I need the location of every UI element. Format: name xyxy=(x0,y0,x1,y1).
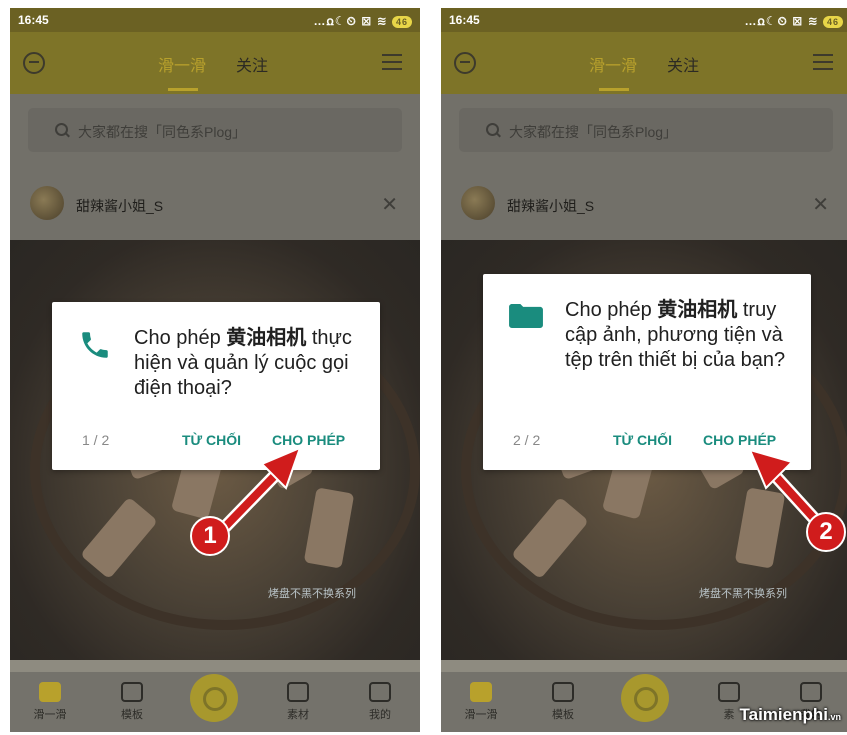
watermark-initial: T xyxy=(739,705,749,724)
watermark-tld: .vn xyxy=(827,712,841,722)
search-input[interactable]: 大家都在搜「同色系Plog」 xyxy=(28,108,402,152)
dialog-message: Cho phép 黄油相机 truy cập ảnh, phương tiện … xyxy=(565,298,800,373)
app-name: 黄油相机 xyxy=(226,327,307,349)
nav-item-swipe[interactable]: 滑一滑 xyxy=(451,682,511,722)
nav-item-material[interactable]: 素材 xyxy=(268,682,328,722)
app-name: 黄油相机 xyxy=(657,299,738,321)
search-icon xyxy=(486,123,499,136)
search-placeholder: 大家都在搜「同色系Plog」 xyxy=(78,124,247,140)
nav-label: 滑一滑 xyxy=(464,709,498,721)
next-post-preview xyxy=(441,660,847,672)
deny-button[interactable]: TỪ CHỐI xyxy=(613,432,672,448)
nav-item-profile[interactable]: 我的 xyxy=(350,682,410,722)
lightning-icon xyxy=(121,682,143,702)
nav-item-swipe[interactable]: 滑一滑 xyxy=(20,682,80,722)
close-icon[interactable]: ✕ xyxy=(381,192,398,217)
menu-icon[interactable] xyxy=(813,54,833,75)
tab-indicator xyxy=(599,88,629,91)
dialog-message: Cho phép 黄油相机 thực hiện và quản lý cuộc … xyxy=(134,326,369,401)
bag-icon xyxy=(287,682,309,702)
close-icon[interactable]: ✕ xyxy=(812,192,829,217)
dialog-counter: 1 / 2 xyxy=(82,432,110,448)
tab-swipe[interactable]: 滑一滑 xyxy=(589,52,637,76)
message-icon[interactable] xyxy=(23,52,45,74)
camera-button[interactable] xyxy=(621,674,669,722)
nav-item-template[interactable]: 模板 xyxy=(533,682,593,722)
tab-indicator xyxy=(168,88,198,91)
status-time: 16:45 xyxy=(18,13,49,27)
tab-follow[interactable]: 关注 xyxy=(667,52,699,76)
nav-label: 我的 xyxy=(369,709,391,721)
avatar[interactable] xyxy=(30,186,64,220)
step-badge-1: 1 xyxy=(190,516,230,556)
status-icons-glyphs: …ꭥ☾⏲ ⊠ ≋ xyxy=(313,14,388,28)
search-area: 大家都在搜「同色系Plog」 xyxy=(441,94,847,168)
dialog-counter: 2 / 2 xyxy=(513,432,541,448)
nav-label: 模板 xyxy=(121,709,143,721)
search-icon xyxy=(55,123,68,136)
phone-icon xyxy=(82,332,108,358)
image-caption: 烤盘不黑不换系列 xyxy=(699,588,787,600)
nav-label: 素 xyxy=(723,709,735,721)
next-post-preview xyxy=(10,660,420,672)
phone-screen-left: 16:45 …ꭥ☾⏲ ⊠ ≋ 46 滑一滑 关注 大家都在搜「同色系Plog」 … xyxy=(10,8,420,732)
avatar[interactable] xyxy=(461,186,495,220)
app-header: 滑一滑 关注 xyxy=(10,32,420,94)
nav-label: 滑一滑 xyxy=(33,709,67,721)
status-icons: …ꭥ☾⏲ ⊠ ≋ 46 xyxy=(744,12,843,29)
swipe-icon xyxy=(470,682,492,702)
search-placeholder: 大家都在搜「同色系Plog」 xyxy=(509,124,678,140)
tab-follow[interactable]: 关注 xyxy=(236,52,268,76)
profile-icon xyxy=(369,682,391,702)
battery-icon: 46 xyxy=(822,16,843,28)
lightning-icon xyxy=(552,682,574,702)
bottom-navigation: 滑一滑 模板 素材 我的 xyxy=(10,672,420,732)
image-caption: 烤盘不黑不换系列 xyxy=(268,588,356,600)
nav-label: 素材 xyxy=(287,709,309,721)
search-input[interactable]: 大家都在搜「同色系Plog」 xyxy=(459,108,833,152)
dialog-prefix: Cho phép xyxy=(134,327,227,349)
battery-icon: 46 xyxy=(391,16,412,28)
bag-icon xyxy=(718,682,740,702)
username[interactable]: 甜辣酱小姐_S xyxy=(76,196,163,216)
dialog-prefix: Cho phép xyxy=(565,299,658,321)
step-badge-2: 2 xyxy=(806,512,846,552)
status-bar: 16:45 …ꭥ☾⏲ ⊠ ≋ 46 xyxy=(441,8,847,32)
post-author-row: 甜辣酱小姐_S ✕ xyxy=(10,168,420,240)
tab-swipe[interactable]: 滑一滑 xyxy=(158,52,206,76)
watermark-logo: Taimienphi.vn xyxy=(740,705,842,725)
nav-label: 模板 xyxy=(552,709,574,721)
app-header: 滑一滑 关注 xyxy=(441,32,847,94)
username[interactable]: 甜辣酱小姐_S xyxy=(507,196,594,216)
folder-icon xyxy=(509,304,543,328)
search-area: 大家都在搜「同色系Plog」 xyxy=(10,94,420,168)
status-bar: 16:45 …ꭥ☾⏲ ⊠ ≋ 46 xyxy=(10,8,420,32)
watermark-brand: aimienphi xyxy=(748,705,828,724)
menu-icon[interactable] xyxy=(382,54,402,75)
post-author-row: 甜辣酱小姐_S ✕ xyxy=(441,168,847,240)
status-icons: …ꭥ☾⏲ ⊠ ≋ 46 xyxy=(313,12,412,29)
phone-screen-right: 16:45 …ꭥ☾⏲ ⊠ ≋ 46 滑一滑 关注 大家都在搜「同色系Plog」 … xyxy=(441,8,847,732)
profile-icon xyxy=(800,682,822,702)
nav-item-template[interactable]: 模板 xyxy=(102,682,162,722)
status-icons-glyphs: …ꭥ☾⏲ ⊠ ≋ xyxy=(744,14,819,28)
message-icon[interactable] xyxy=(454,52,476,74)
status-time: 16:45 xyxy=(449,13,480,27)
swipe-icon xyxy=(39,682,61,702)
camera-button[interactable] xyxy=(190,674,238,722)
